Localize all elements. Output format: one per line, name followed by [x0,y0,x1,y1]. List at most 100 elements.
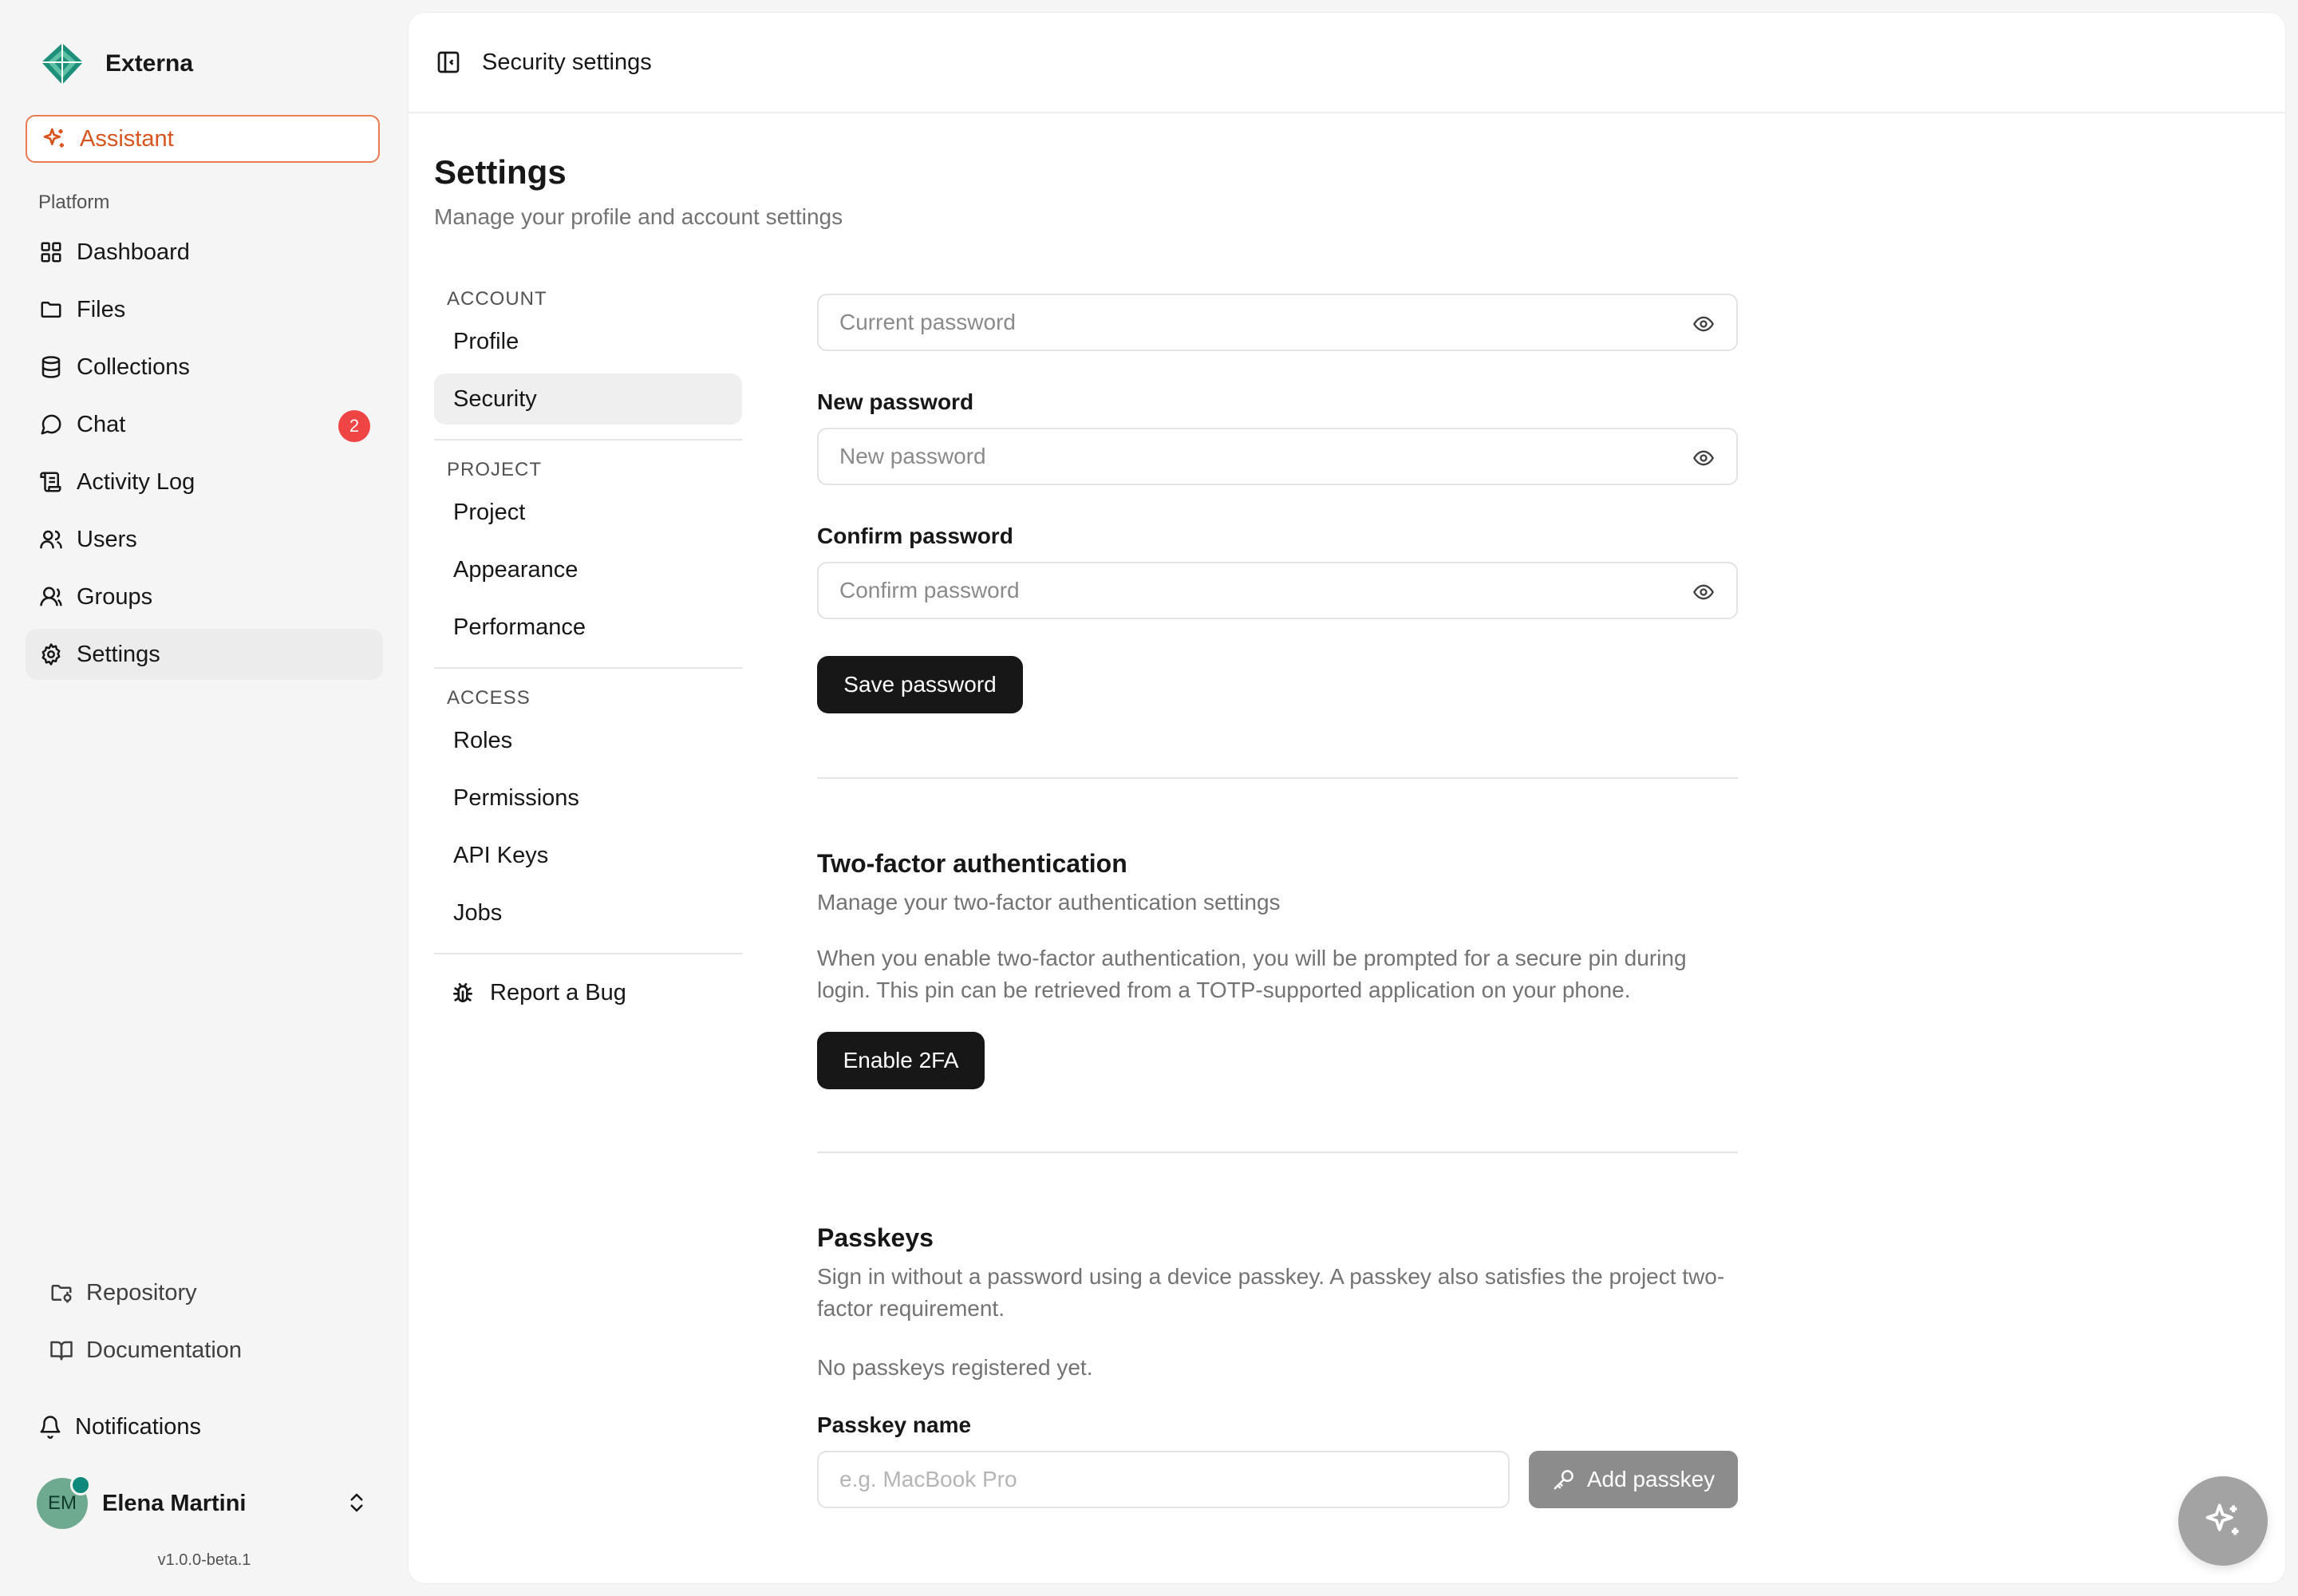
dashboard-icon [38,239,64,265]
avatar-initials: EM [48,1492,77,1514]
header-title: Security settings [482,49,652,75]
bug-icon [450,980,476,1005]
nav-label: Dashboard [77,239,190,265]
new-password-label: New password [817,389,974,414]
nav-item-users[interactable]: Users [26,514,383,565]
settings-nav-roles[interactable]: Roles [434,715,742,766]
platform-section-label: Platform [38,192,110,213]
confirm-password-input[interactable] [819,563,1736,618]
account-heading: ACCOUNT [447,288,547,310]
database-icon [38,354,64,380]
project-heading: PROJECT [447,459,543,480]
bell-icon [38,1415,62,1439]
sparkles-icon [41,126,67,152]
user-name: Elena Martini [102,1490,247,1516]
settings-nav: ACCOUNT Profile Security PROJECT Project… [434,282,742,1018]
save-password-button[interactable]: Save password [817,656,1023,713]
nav-label: Groups [77,583,153,610]
subnav-divider [434,953,742,954]
confirm-password-field [817,562,1738,619]
page-subtitle: Manage your profile and account settings [434,204,843,229]
report-bug-link[interactable]: Report a Bug [434,967,742,1018]
settings-nav-project[interactable]: Project [434,487,742,538]
confirm-password-label: Confirm password [817,523,1013,548]
nav-label: Collections [77,354,190,380]
current-password-input[interactable] [819,295,1736,350]
notifications-label: Notifications [75,1413,201,1440]
assistant-button[interactable]: Assistant [26,115,380,163]
nav-item-groups[interactable]: Groups [26,571,383,622]
chat-icon [38,412,64,437]
main-nav: Dashboard Files Collections Chat 2 Activ… [26,227,383,686]
new-password-field [817,428,1738,485]
passkeys-subtitle: Sign in without a password using a devic… [817,1264,1725,1321]
security-form: New password Confirm password Save passw… [817,294,1738,1508]
user-menu[interactable]: EM Elena Martini [26,1475,383,1531]
settings-nav-profile[interactable]: Profile [434,316,742,367]
chevrons-up-down-icon [345,1491,369,1515]
folder-git-icon [49,1281,73,1305]
passkey-row: Add passkey [817,1451,1738,1508]
notifications-button[interactable]: Notifications [26,1401,383,1452]
two-factor-description: When you enable two-factor authenticatio… [817,946,1687,1002]
repository-label: Repository [86,1279,197,1306]
nav-item-dashboard[interactable]: Dashboard [26,227,383,278]
section-divider [817,777,1738,779]
passkeys-title: Passkeys [817,1223,934,1252]
externa-logo-icon [38,40,86,88]
add-passkey-button[interactable]: Add passkey [1529,1451,1738,1508]
app-version: v1.0.0-beta.1 [157,1551,251,1569]
sidebar: Externa Assistant Platform Dashboard Fil… [0,0,409,1596]
page-title: Settings [434,153,567,191]
brand[interactable]: Externa [38,38,193,89]
nav-item-activity-log[interactable]: Activity Log [26,456,383,508]
nav-label: Activity Log [77,468,195,495]
subnav-divider [434,667,742,669]
passkey-name-label: Passkey name [817,1412,972,1437]
eye-icon[interactable] [1692,313,1716,335]
new-password-input[interactable] [819,429,1736,484]
passkeys-empty-state: No passkeys registered yet. [817,1355,1093,1380]
brand-name: Externa [105,50,194,77]
assistant-label: Assistant [80,125,174,152]
report-bug-label: Report a Bug [490,979,626,1005]
online-status-dot [70,1475,91,1495]
settings-nav-jobs[interactable]: Jobs [434,887,742,938]
repository-link[interactable]: Repository [38,1267,373,1318]
nav-label: Users [77,526,137,552]
settings-nav-api-keys[interactable]: API Keys [434,830,742,881]
folder-icon [38,297,64,322]
eye-icon[interactable] [1692,581,1716,603]
access-heading: ACCESS [447,687,531,709]
passkey-name-input[interactable] [817,1451,1510,1508]
chat-unread-badge: 2 [338,410,370,442]
book-icon [49,1338,73,1362]
nav-label: Files [77,296,126,322]
sparkles-icon [2202,1500,2244,1542]
settings-nav-security[interactable]: Security [434,373,742,425]
two-factor-subtitle: Manage your two-factor authentication se… [817,890,1281,915]
enable-2fa-button[interactable]: Enable 2FA [817,1032,985,1089]
sidebar-toggle-icon[interactable] [436,49,461,75]
user-group-icon [38,584,64,610]
assistant-fab[interactable] [2178,1476,2268,1566]
settings-nav-appearance[interactable]: Appearance [434,544,742,595]
current-password-field [817,294,1738,351]
nav-label: Settings [77,641,160,667]
settings-nav-performance[interactable]: Performance [434,602,742,653]
gear-icon [38,642,64,667]
bottom-links: Repository Documentation [38,1267,373,1382]
nav-item-files[interactable]: Files [26,284,383,335]
documentation-link[interactable]: Documentation [38,1325,373,1376]
nav-item-settings[interactable]: Settings [26,629,383,680]
nav-item-chat[interactable]: Chat 2 [26,399,383,450]
subnav-divider [434,439,742,440]
add-passkey-label: Add passkey [1586,1467,1716,1491]
two-factor-title: Two-factor authentication [817,849,1127,878]
users-icon [38,527,64,552]
section-divider [817,1152,1738,1153]
nav-label: Chat [77,411,126,437]
nav-item-collections[interactable]: Collections [26,342,383,393]
eye-icon[interactable] [1692,447,1716,469]
settings-nav-permissions[interactable]: Permissions [434,772,742,824]
